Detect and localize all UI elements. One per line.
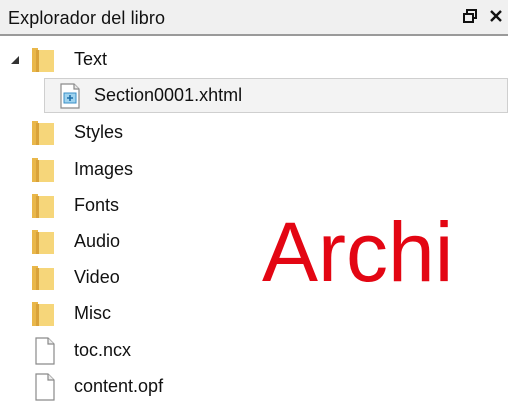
restore-window-icon[interactable]: [460, 4, 480, 28]
tree-item-toc-ncx[interactable]: toc.ncx: [0, 333, 508, 369]
tree-item-text-folder[interactable]: Text: [0, 42, 508, 78]
expanded-arrow-icon[interactable]: [10, 55, 20, 65]
folder-icon: [30, 46, 56, 74]
file-icon: [34, 337, 60, 365]
folder-icon: [30, 119, 56, 147]
close-icon[interactable]: [486, 4, 506, 28]
tree-item-section0001-xhtml[interactable]: Section0001.xhtml: [0, 78, 508, 114]
panel-title: Explorador del libro: [8, 8, 166, 28]
tree-item-label: toc.ncx: [74, 340, 132, 360]
titlebar-buttons: [460, 4, 506, 28]
folder-icon: [30, 192, 56, 220]
tree-item-label: Audio: [74, 231, 121, 251]
xhtml-file-icon: [58, 83, 84, 111]
tree-item-label: Fonts: [74, 195, 120, 215]
tree-item-label: Images: [74, 159, 134, 179]
tree-item-label: Styles: [74, 122, 124, 142]
tree-item-images-folder[interactable]: Images: [0, 152, 508, 188]
tree-item-styles-folder[interactable]: Styles: [0, 115, 508, 151]
overlay-text: Archi: [262, 205, 454, 299]
file-icon: [34, 373, 60, 401]
tree-item-label: content.opf: [74, 376, 164, 396]
tree-item-label: Section0001.xhtml: [94, 85, 243, 105]
book-browser-panel: Explorador del libro Text Section0001.xh…: [0, 0, 508, 401]
tree-item-label: Misc: [74, 303, 111, 323]
panel-titlebar: Explorador del libro: [0, 0, 508, 36]
tree-item-label: Video: [74, 267, 120, 287]
tree-item-content-opf[interactable]: content.opf: [0, 369, 508, 401]
folder-icon: [30, 264, 56, 292]
folder-icon: [30, 156, 56, 184]
folder-icon: [30, 228, 56, 256]
tree-item-label: Text: [74, 49, 108, 69]
tree-item-misc-folder[interactable]: Misc: [0, 296, 508, 332]
folder-icon: [30, 300, 56, 328]
